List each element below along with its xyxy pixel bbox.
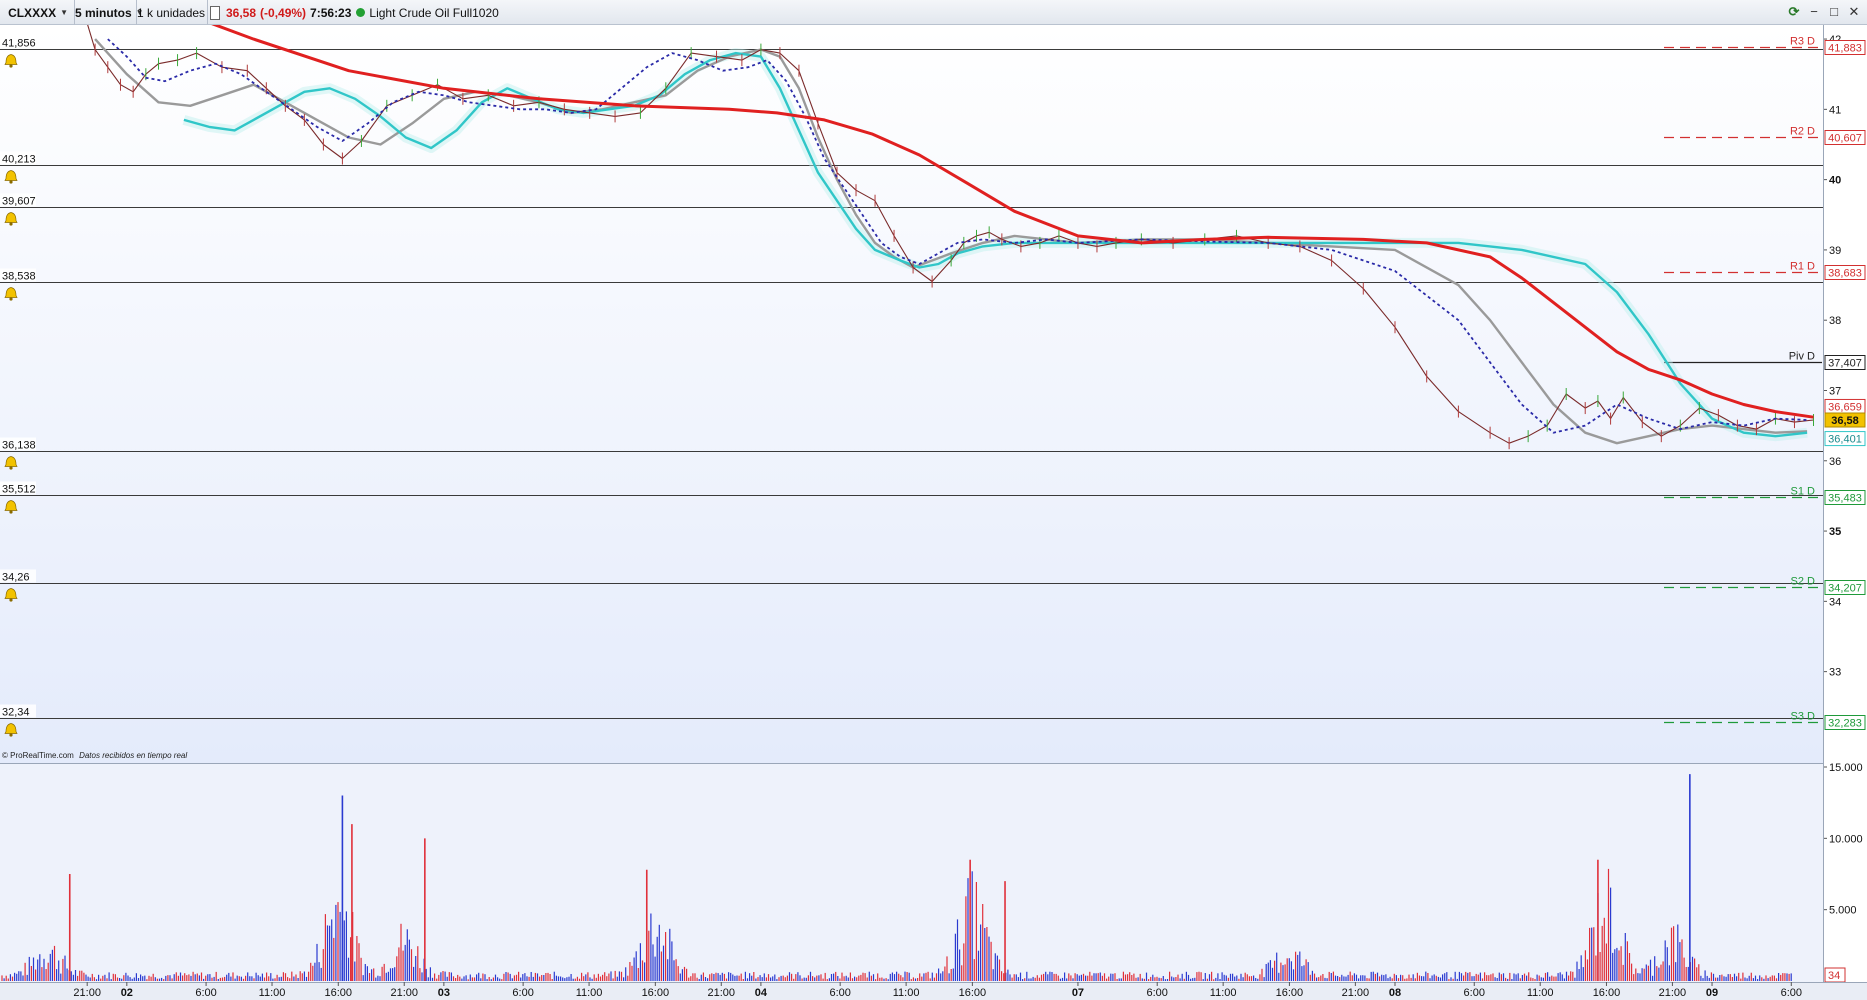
x-tick-label: 11:00 <box>893 987 920 999</box>
x-tick-label: 16:00 <box>1276 987 1304 999</box>
y-tick-label: 35 <box>1829 526 1841 538</box>
units-selector[interactable]: 1 k unidades ▼ <box>137 0 217 25</box>
y-tick-label: 41 <box>1829 104 1841 116</box>
chevron-down-icon: ▼ <box>60 8 68 17</box>
quote-info: 36,58 (-0,49%) 7:56:23 Light Crude Oil F… <box>210 0 499 25</box>
last-price: 36,58 <box>226 5 257 20</box>
alert-level-label: 41,856 <box>2 38 36 50</box>
price-label: 36,401 <box>1828 434 1862 446</box>
x-tick-label: 11:00 <box>1210 987 1237 999</box>
price-label: 36,58 <box>1831 415 1859 427</box>
x-tick-label: 21:00 <box>73 987 101 999</box>
pivot-price-label: 32,283 <box>1828 718 1862 730</box>
interval-selector[interactable]: 5 minutos ▼ <box>75 0 144 25</box>
bell-clapper <box>9 297 13 301</box>
bell-clapper <box>9 180 13 184</box>
symbol-label: CLXXXX <box>8 5 57 20</box>
close-icon[interactable]: ✕ <box>1846 3 1862 21</box>
refresh-icon[interactable]: ⟳ <box>1786 3 1802 21</box>
x-tick-label: 16:00 <box>1593 987 1621 999</box>
alert-level-label: 35,512 <box>2 484 36 496</box>
y-tick-label: 36 <box>1829 456 1841 468</box>
minimize-icon[interactable]: − <box>1806 3 1822 21</box>
x-tick-label: 16:00 <box>325 987 353 999</box>
pivot-name: S3 D <box>1791 711 1816 723</box>
bell-clapper <box>9 222 13 226</box>
pivot-price-label: 40,607 <box>1828 133 1862 145</box>
price-change: (-0,49%) <box>260 5 307 20</box>
pivot-price-label: 35,483 <box>1828 493 1862 505</box>
alert-level-label: 40,213 <box>2 154 36 166</box>
volume-tick-label: 15.000 <box>1829 762 1863 774</box>
pivot-price-label: 41,883 <box>1828 43 1862 55</box>
y-tick-label: 37 <box>1829 385 1841 397</box>
x-tick-label: 6:00 <box>1781 987 1802 999</box>
source-brand: © ProRealTime.com <box>2 751 74 760</box>
x-tick-label: 6:00 <box>829 987 850 999</box>
alert-level-label: 34,26 <box>2 572 30 584</box>
x-tick-label: 6:00 <box>1146 987 1167 999</box>
pivot-price-label: 37,407 <box>1828 358 1862 370</box>
x-tick-label: 04 <box>755 987 768 999</box>
x-tick-label: 6:00 <box>195 987 216 999</box>
x-tick-label: 11:00 <box>259 987 286 999</box>
volume-pane-background <box>0 764 1823 982</box>
bell-clapper <box>9 510 13 514</box>
symbol-selector[interactable]: CLXXXX ▼ <box>0 0 75 25</box>
y-tick-label: 39 <box>1829 245 1841 257</box>
bell-clapper <box>9 64 13 68</box>
x-tick-label: 21:00 <box>1659 987 1687 999</box>
x-tick-label: 6:00 <box>1464 987 1485 999</box>
pivot-price-label: 34,207 <box>1828 583 1862 595</box>
x-tick-label: 16:00 <box>959 987 987 999</box>
pivot-name: S2 D <box>1791 576 1816 588</box>
pivot-name: R2 D <box>1790 126 1815 138</box>
maximize-icon[interactable]: □ <box>1826 3 1842 21</box>
instrument-name: Light Crude Oil Full1020 <box>369 5 499 20</box>
x-tick-label: 09 <box>1706 987 1718 999</box>
alert-level-label: 32,34 <box>2 707 30 719</box>
connection-status-icon <box>356 8 366 17</box>
price-chart[interactable]: 41,856 40,213 39,607 38,538 36,138 35,512 34,2… <box>0 25 1867 1000</box>
chart-toolbar: CLXXXX ▼ 5 minutos ▼ 1 k unidades ▼ 36,5… <box>0 0 1867 25</box>
interval-label: 5 minutos <box>75 5 132 20</box>
x-tick-label: 11:00 <box>1527 987 1554 999</box>
x-tick-label: 07 <box>1072 987 1084 999</box>
pivot-name: R3 D <box>1790 36 1815 48</box>
x-tick-label: 21:00 <box>1342 987 1370 999</box>
source-realtime-note: Datos recibidos en tiempo real <box>79 751 187 760</box>
alert-level-label: 38,538 <box>2 271 36 283</box>
bell-clapper <box>9 598 13 602</box>
volume-last-label: 34 <box>1828 970 1840 982</box>
volume-tick-label: 5.000 <box>1829 905 1857 917</box>
bell-clapper <box>9 733 13 737</box>
pivot-name: S1 D <box>1791 486 1816 498</box>
x-tick-label: 6:00 <box>512 987 533 999</box>
quote-time: 7:56:23 <box>310 5 352 20</box>
price-pane-background <box>0 25 1823 763</box>
y-tick-label: 40 <box>1829 175 1841 187</box>
price-label: 36,659 <box>1828 401 1862 413</box>
y-tick-label: 33 <box>1829 667 1841 679</box>
alert-level-label: 39,607 <box>2 196 36 208</box>
units-label: 1 k unidades <box>137 5 206 20</box>
y-tick-label: 38 <box>1829 315 1841 327</box>
pivot-price-label: 38,683 <box>1828 268 1862 280</box>
x-tick-label: 02 <box>121 987 133 999</box>
y-tick-label: 34 <box>1829 596 1841 608</box>
alert-level-label: 36,138 <box>2 440 36 452</box>
pivot-name: Piv D <box>1789 351 1815 363</box>
x-tick-label: 11:00 <box>576 987 603 999</box>
pivot-name: R1 D <box>1790 261 1815 273</box>
x-tick-label: 03 <box>438 987 450 999</box>
x-tick-label: 08 <box>1389 987 1401 999</box>
x-tick-label: 21:00 <box>390 987 418 999</box>
volume-tick-label: 10.000 <box>1829 833 1863 845</box>
data-source-note: © ProRealTime.com Datos recibidos en tie… <box>2 751 187 760</box>
x-tick-label: 21:00 <box>708 987 736 999</box>
bell-clapper <box>9 466 13 470</box>
x-tick-label: 16:00 <box>642 987 670 999</box>
bar-chart-icon <box>210 5 220 20</box>
